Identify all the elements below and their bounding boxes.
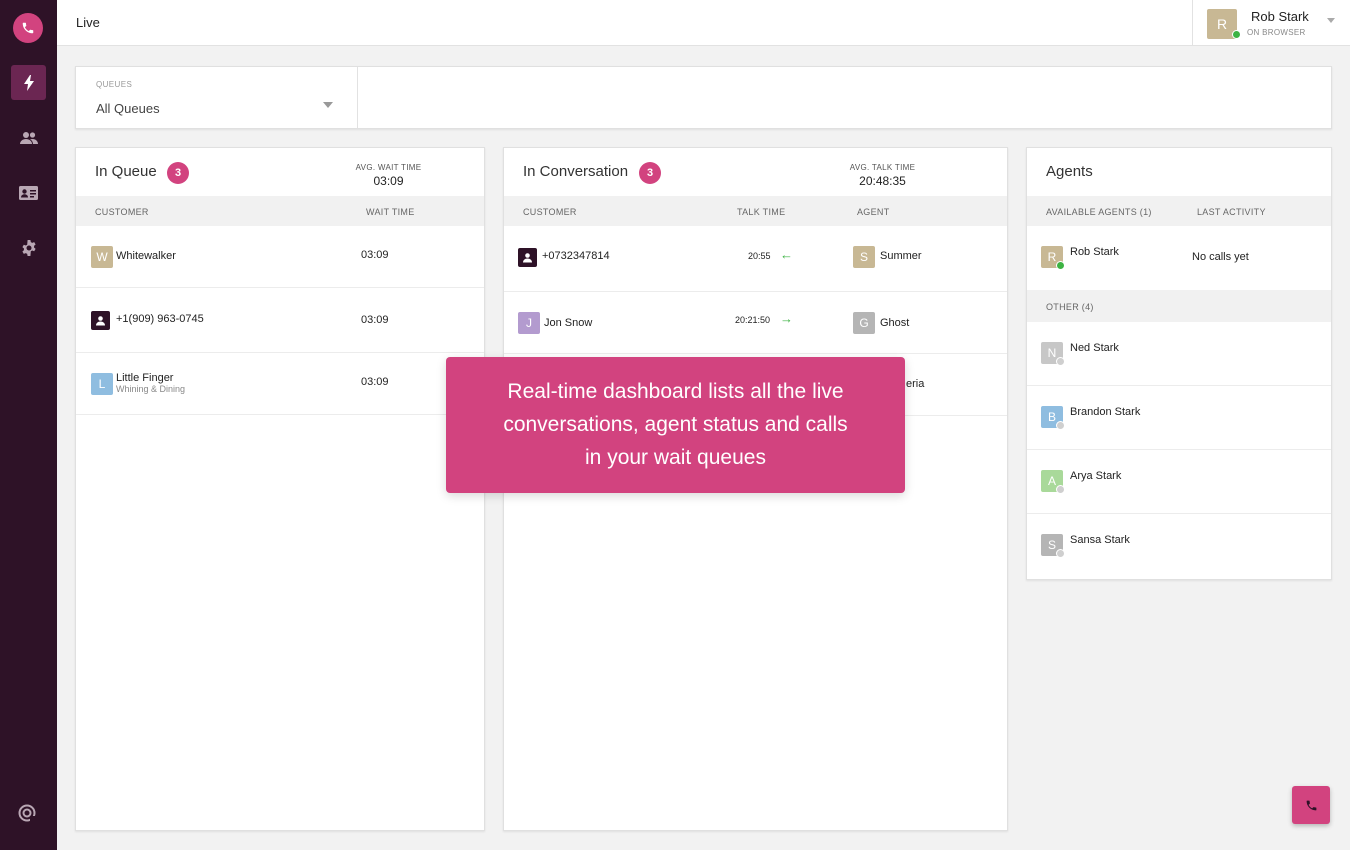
table-row[interactable]: W Whitewalker 03:09 bbox=[76, 226, 484, 288]
wait-time: 03:09 bbox=[361, 314, 389, 326]
column-header[interactable]: AGENT bbox=[857, 207, 890, 217]
gear-icon bbox=[21, 239, 36, 256]
table-row[interactable]: +1(909) 963-0745 03:09 bbox=[76, 288, 484, 353]
agent-name: Sansa Stark bbox=[1070, 534, 1130, 546]
support-button[interactable] bbox=[17, 803, 37, 823]
column-header[interactable]: CUSTOMER bbox=[95, 207, 149, 217]
person-icon bbox=[91, 311, 110, 330]
online-status-dot bbox=[1056, 261, 1065, 270]
talk-time: 20:55 bbox=[748, 251, 771, 261]
panel-title: Agents bbox=[1046, 163, 1093, 180]
offline-status-dot bbox=[1056, 549, 1065, 558]
queue-filter-card: QUEUES All Queues bbox=[75, 66, 1332, 129]
wait-time: 03:09 bbox=[361, 376, 389, 388]
agent-name: Arya Stark bbox=[1070, 470, 1122, 482]
table-row[interactable]: L Little Finger Whining & Dining 03:09 bbox=[76, 353, 484, 415]
queue-count-badge: 3 bbox=[167, 162, 189, 184]
table-header: CUSTOMER TALK TIME AGENT bbox=[504, 196, 1007, 226]
section-label: OTHER (4) bbox=[1046, 302, 1094, 312]
contact-card-icon bbox=[19, 185, 38, 200]
panel-title: In Queue bbox=[95, 163, 157, 180]
table-row[interactable]: +0732347814 20:55 ← S Summer bbox=[504, 226, 1007, 292]
column-header[interactable]: WAIT TIME bbox=[366, 207, 415, 217]
customer-phone: +0732347814 bbox=[542, 250, 610, 262]
callout-line: Real-time dashboard lists all the live bbox=[507, 380, 844, 403]
customer-name: Whitewalker bbox=[116, 250, 176, 262]
agents-panel: Agents AVAILABLE AGENTS (1) LAST ACTIVIT… bbox=[1026, 147, 1332, 580]
arrow-left-icon: ← bbox=[780, 247, 793, 262]
offline-status-dot bbox=[1056, 357, 1065, 366]
top-header: Live R Rob Stark ON BROWSER bbox=[57, 0, 1350, 46]
agent-name: Ned Stark bbox=[1070, 342, 1119, 354]
divider bbox=[357, 67, 358, 128]
avatar: J bbox=[518, 312, 540, 334]
avatar: W bbox=[91, 246, 113, 268]
lightning-icon bbox=[23, 74, 34, 91]
customer-name: Little Finger bbox=[116, 372, 174, 384]
avg-wait-value: 03:09 bbox=[373, 174, 404, 188]
column-header[interactable]: CUSTOMER bbox=[523, 207, 577, 217]
queue-select-label: QUEUES bbox=[96, 80, 133, 89]
people-icon bbox=[19, 131, 38, 144]
user-name: Rob Stark bbox=[1251, 9, 1309, 24]
phone-icon bbox=[22, 22, 34, 34]
phone-icon bbox=[1306, 800, 1316, 810]
online-status-dot bbox=[1232, 30, 1241, 39]
arrow-right-icon: → bbox=[780, 311, 793, 326]
agent-name: Summer bbox=[880, 250, 922, 262]
panel-title: In Conversation bbox=[523, 163, 629, 180]
offline-status-dot bbox=[1056, 485, 1065, 494]
avatar: S bbox=[853, 246, 875, 268]
dialer-button[interactable] bbox=[1292, 786, 1330, 824]
agent-name: Rob Stark bbox=[1070, 246, 1119, 258]
avatar: G bbox=[853, 312, 875, 334]
agent-name: Ghost bbox=[880, 317, 910, 329]
column-header[interactable]: LAST ACTIVITY bbox=[1197, 207, 1266, 217]
last-activity: No calls yet bbox=[1192, 251, 1249, 263]
agent-row[interactable]: A Arya Stark bbox=[1027, 450, 1331, 514]
avg-wait-label: AVG. WAIT TIME bbox=[355, 163, 422, 172]
customer-phone: +1(909) 963-0745 bbox=[116, 313, 204, 325]
customer-company: Whining & Dining bbox=[116, 384, 186, 394]
user-menu[interactable]: R Rob Stark ON BROWSER bbox=[1192, 0, 1350, 46]
nav-settings[interactable] bbox=[11, 230, 46, 265]
feature-callout: Real-time dashboard lists all the live c… bbox=[446, 357, 905, 493]
agent-row[interactable]: R Rob Stark No calls yet bbox=[1027, 226, 1331, 290]
nav-agents[interactable] bbox=[11, 120, 46, 155]
queue-select-value: All Queues bbox=[96, 101, 160, 116]
table-row[interactable]: J Jon Snow 20:21:50 → G Ghost bbox=[504, 292, 1007, 354]
app-logo[interactable] bbox=[13, 13, 43, 43]
queue-select[interactable]: QUEUES All Queues bbox=[76, 67, 357, 128]
customer-name: Jon Snow bbox=[544, 317, 593, 329]
agent-row[interactable]: B Brandon Stark bbox=[1027, 386, 1331, 450]
avg-talk-value: 20:48:35 bbox=[859, 174, 906, 188]
conversation-count-badge: 3 bbox=[639, 162, 661, 184]
section-header: OTHER (4) bbox=[1027, 290, 1331, 322]
avatar: L bbox=[91, 373, 113, 395]
talk-time: 20:21:50 bbox=[735, 315, 771, 325]
table-header: CUSTOMER WAIT TIME bbox=[76, 196, 484, 226]
person-icon bbox=[518, 248, 537, 267]
in-queue-panel: In Queue 3 AVG. WAIT TIME 03:09 CUSTOMER… bbox=[75, 147, 485, 831]
page-title: Live bbox=[76, 15, 100, 30]
callout-line: in your wait queues bbox=[585, 446, 766, 469]
support-icon bbox=[18, 804, 36, 822]
agent-row[interactable]: N Ned Stark bbox=[1027, 322, 1331, 386]
avg-talk-label: AVG. TALK TIME bbox=[849, 163, 916, 172]
agent-name: eria bbox=[906, 378, 925, 390]
chevron-down-icon[interactable] bbox=[1327, 18, 1335, 23]
sidebar bbox=[0, 0, 57, 850]
nav-live[interactable] bbox=[11, 65, 46, 100]
column-header[interactable]: TALK TIME bbox=[737, 207, 785, 217]
offline-status-dot bbox=[1056, 421, 1065, 430]
table-header: AVAILABLE AGENTS (1) LAST ACTIVITY bbox=[1027, 196, 1331, 226]
user-status: ON BROWSER bbox=[1247, 28, 1306, 37]
column-header[interactable]: AVAILABLE AGENTS (1) bbox=[1046, 207, 1152, 217]
callout-line: conversations, agent status and calls bbox=[503, 413, 848, 436]
chevron-down-icon bbox=[323, 102, 333, 108]
nav-contacts[interactable] bbox=[11, 175, 46, 210]
agent-row[interactable]: S Sansa Stark bbox=[1027, 514, 1331, 578]
agent-name: Brandon Stark bbox=[1070, 406, 1141, 418]
wait-time: 03:09 bbox=[361, 249, 389, 261]
